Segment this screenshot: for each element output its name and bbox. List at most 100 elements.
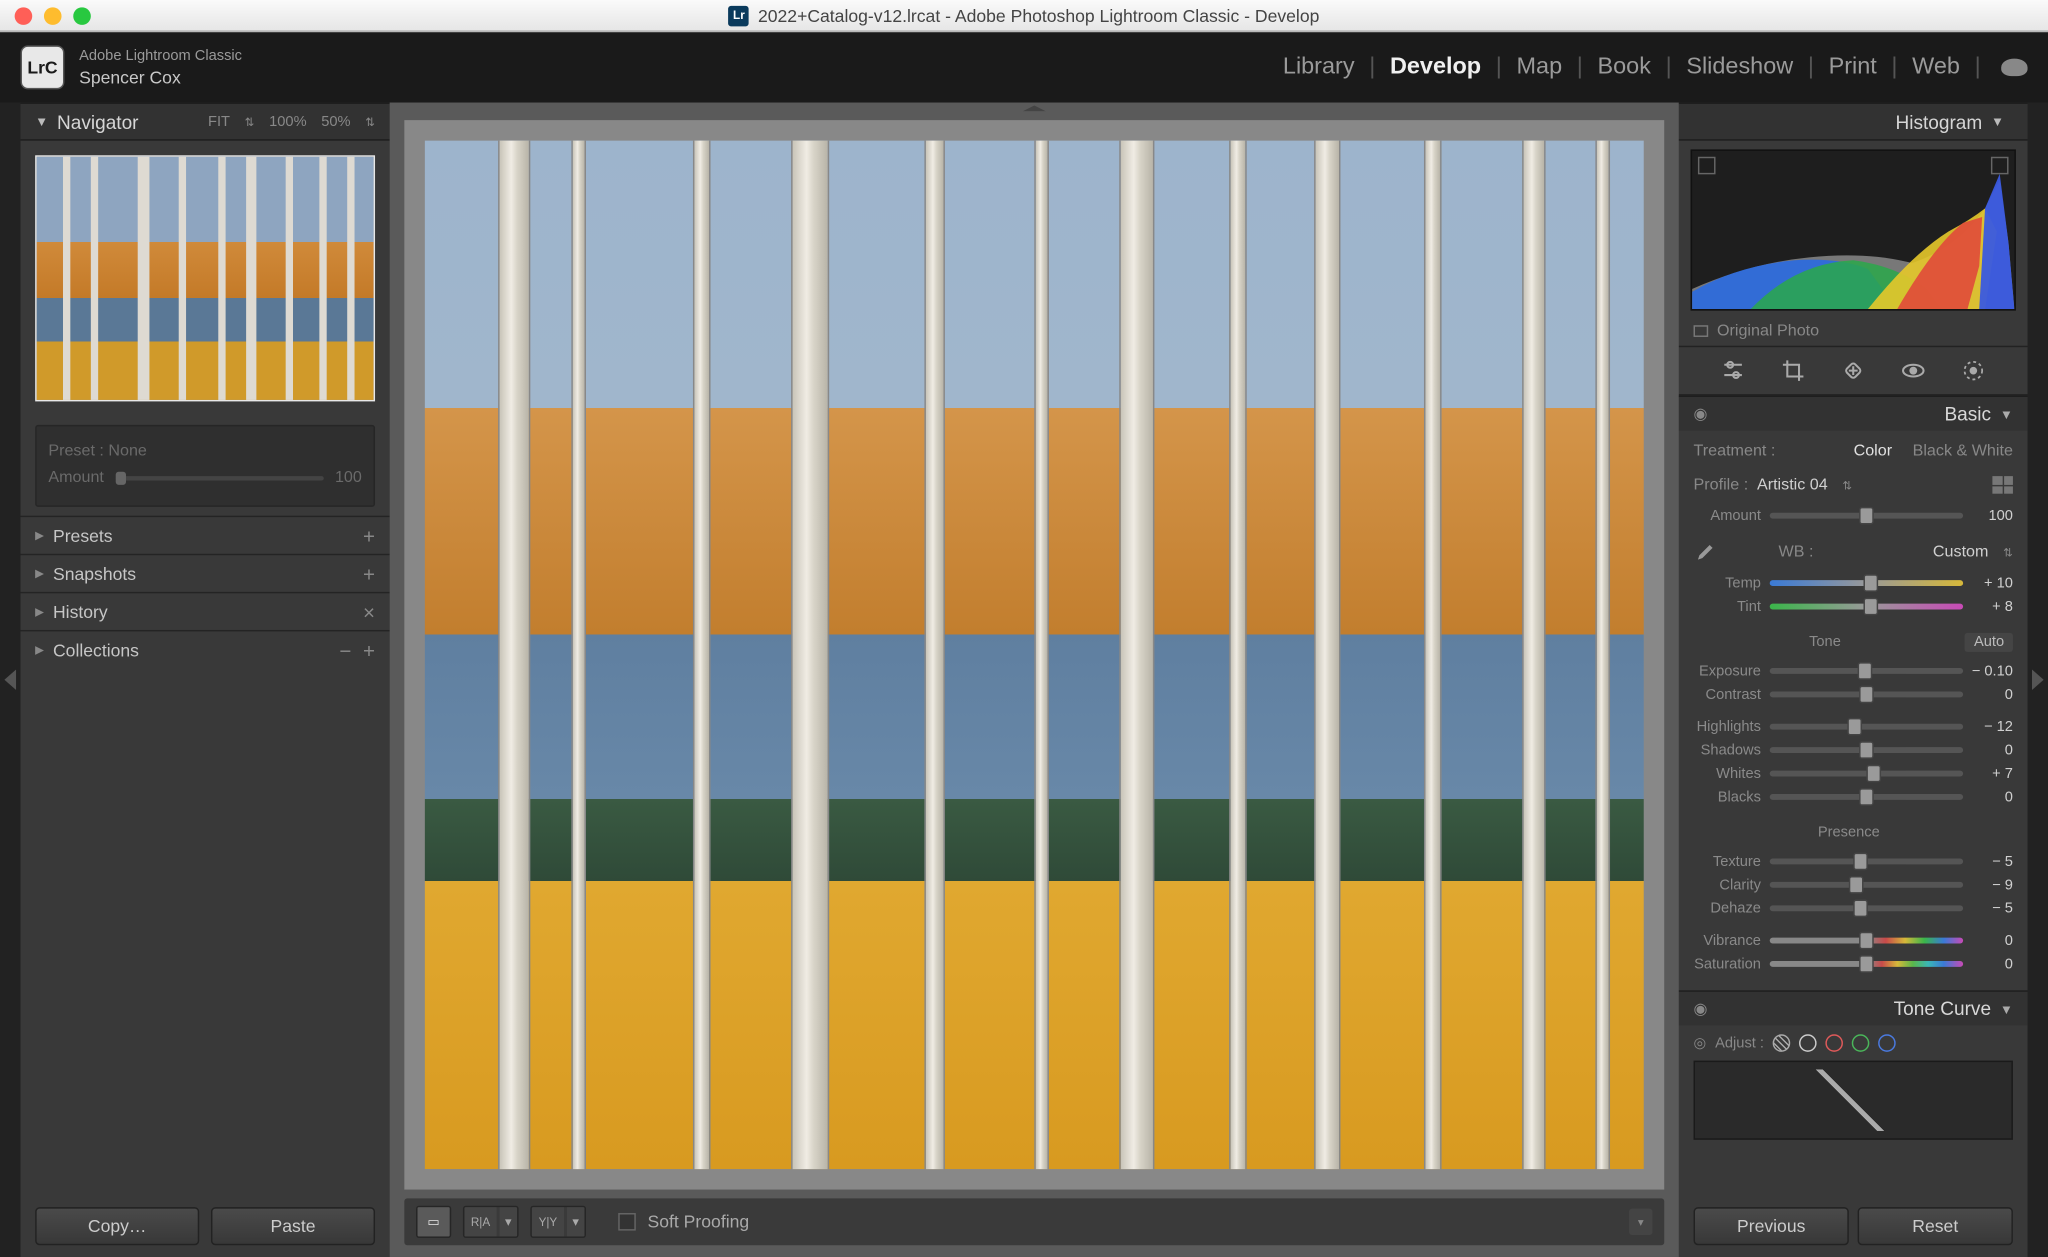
- redeye-tool-icon[interactable]: [1900, 357, 1926, 383]
- tone-curve-plot[interactable]: [1694, 1061, 2013, 1140]
- treatment-bw[interactable]: Black & White: [1913, 442, 2013, 460]
- zoom-fit[interactable]: FIT: [208, 114, 230, 130]
- original-photo-row[interactable]: Original Photo: [1679, 316, 2028, 345]
- chevron-right-icon: ▶: [35, 643, 44, 656]
- section-action[interactable]: +: [363, 562, 375, 585]
- curve-green-icon[interactable]: [1852, 1034, 1870, 1052]
- curve-red-icon[interactable]: [1826, 1034, 1844, 1052]
- soft-proofing-checkbox[interactable]: [618, 1213, 636, 1231]
- wb-dropdown-icon[interactable]: ⇅: [2003, 546, 2013, 559]
- auto-tone-button[interactable]: Auto: [1965, 632, 2013, 651]
- basic-header[interactable]: ◉ Basic ▼: [1679, 396, 2028, 431]
- top-panel-grip[interactable]: [390, 103, 1679, 115]
- preset-amount-slider[interactable]: [116, 475, 324, 479]
- temp-label: Temp: [1694, 575, 1770, 591]
- temp-slider[interactable]: [1770, 580, 1963, 586]
- profile-amount-slider[interactable]: [1770, 513, 1963, 519]
- zoom-100[interactable]: 100%: [269, 114, 306, 130]
- cloud-sync-icon[interactable]: [2001, 59, 2027, 77]
- section-history[interactable]: ▶History×: [21, 592, 390, 630]
- eye-icon[interactable]: ◉: [1694, 999, 1715, 1018]
- reference-view-dropdown[interactable]: ▾: [500, 1207, 518, 1236]
- histogram-header[interactable]: Histogram ▼: [1679, 103, 2028, 141]
- thumbnail[interactable]: [35, 155, 375, 401]
- left-panel-toggle[interactable]: [0, 103, 21, 1257]
- loupe-view-button[interactable]: ▭: [418, 1207, 450, 1236]
- tint-value[interactable]: + 8: [1963, 598, 2013, 614]
- tone-curve-header[interactable]: ◉ Tone Curve ▼: [1679, 990, 2028, 1025]
- profile-amount-value[interactable]: 100: [1963, 508, 2013, 524]
- module-print[interactable]: Print: [1829, 54, 1877, 80]
- exposure-slider[interactable]: [1770, 668, 1963, 674]
- curve-blue-icon[interactable]: [1878, 1034, 1896, 1052]
- shadows-slider[interactable]: [1770, 747, 1963, 753]
- zoom-updown-icon[interactable]: ⇅: [365, 115, 375, 128]
- masking-tool-icon[interactable]: [1961, 357, 1987, 383]
- blacks-slider[interactable]: [1770, 794, 1963, 800]
- section-action[interactable]: ×: [363, 600, 375, 623]
- profile-value[interactable]: Artistic 04: [1757, 476, 1828, 494]
- healing-tool-icon[interactable]: [1840, 357, 1866, 383]
- image-canvas[interactable]: [404, 120, 1664, 1189]
- module-web[interactable]: Web: [1912, 54, 1960, 80]
- module-slideshow[interactable]: Slideshow: [1686, 54, 1793, 80]
- exposure-value[interactable]: − 0.10: [1963, 663, 2013, 679]
- texture-slider[interactable]: [1770, 858, 1963, 864]
- previous-button[interactable]: Previous: [1694, 1207, 1849, 1245]
- bottom-toolbar: ▭ R|A ▾ Y|Y ▾ Soft Proofing ▾: [404, 1198, 1664, 1245]
- tint-slider[interactable]: [1770, 604, 1963, 610]
- temp-value[interactable]: + 10: [1963, 575, 2013, 591]
- toolbar-options-button[interactable]: ▾: [1629, 1209, 1652, 1235]
- highlights-slider[interactable]: [1770, 724, 1963, 730]
- curve-point-icon[interactable]: [1799, 1034, 1817, 1052]
- reset-button[interactable]: Reset: [1858, 1207, 2013, 1245]
- module-library[interactable]: Library: [1283, 54, 1355, 80]
- blacks-value[interactable]: 0: [1963, 789, 2013, 805]
- dehaze-slider[interactable]: [1770, 905, 1963, 911]
- navigator-preview[interactable]: [21, 141, 390, 416]
- section-action[interactable]: +: [363, 524, 375, 547]
- section-action[interactable]: −: [339, 638, 351, 661]
- whites-slider[interactable]: [1770, 771, 1963, 777]
- contrast-slider[interactable]: [1770, 691, 1963, 697]
- clarity-slider[interactable]: [1770, 882, 1963, 888]
- dehaze-value[interactable]: − 5: [1963, 900, 2013, 916]
- zoom-updown-icon[interactable]: ⇅: [245, 115, 255, 128]
- before-after-dropdown[interactable]: ▾: [567, 1207, 585, 1236]
- module-book[interactable]: Book: [1598, 54, 1651, 80]
- crop-tool-icon[interactable]: [1780, 357, 1806, 383]
- contrast-value[interactable]: 0: [1963, 686, 2013, 702]
- wb-value[interactable]: Custom: [1933, 544, 1989, 562]
- target-adjust-icon[interactable]: ◎: [1694, 1035, 1707, 1051]
- saturation-slider[interactable]: [1770, 961, 1963, 967]
- histogram[interactable]: [1691, 149, 2016, 310]
- right-panel-toggle[interactable]: [2028, 103, 2048, 1257]
- section-presets[interactable]: ▶Presets+: [21, 516, 390, 554]
- section-action[interactable]: +: [363, 638, 375, 661]
- wb-dropper-icon[interactable]: [1694, 538, 1717, 566]
- clarity-value[interactable]: − 9: [1963, 877, 2013, 893]
- navigator-header[interactable]: ▼ Navigator FIT ⇅ 100% 50% ⇅: [21, 103, 390, 141]
- zoom-50[interactable]: 50%: [321, 114, 350, 130]
- vibrance-value[interactable]: 0: [1963, 932, 2013, 948]
- curve-parametric-icon[interactable]: [1773, 1034, 1791, 1052]
- vibrance-slider[interactable]: [1770, 938, 1963, 944]
- paste-button[interactable]: Paste: [211, 1207, 375, 1245]
- highlights-value[interactable]: − 12: [1963, 719, 2013, 735]
- section-collections[interactable]: ▶Collections−+: [21, 630, 390, 668]
- whites-value[interactable]: + 7: [1963, 765, 2013, 781]
- saturation-value[interactable]: 0: [1963, 956, 2013, 972]
- module-map[interactable]: Map: [1517, 54, 1563, 80]
- section-snapshots[interactable]: ▶Snapshots+: [21, 554, 390, 592]
- texture-value[interactable]: − 5: [1963, 853, 2013, 869]
- profile-dropdown-icon[interactable]: ⇅: [1842, 478, 1852, 491]
- edit-tool-icon[interactable]: [1719, 357, 1745, 383]
- profile-browser-icon[interactable]: [1992, 476, 2013, 494]
- reference-view-button[interactable]: R|A: [464, 1207, 496, 1236]
- copy-button[interactable]: Copy…: [35, 1207, 199, 1245]
- treatment-color[interactable]: Color: [1854, 442, 1893, 460]
- shadows-value[interactable]: 0: [1963, 742, 2013, 758]
- module-develop[interactable]: Develop: [1390, 54, 1481, 80]
- before-after-button[interactable]: Y|Y: [532, 1207, 564, 1236]
- eye-icon[interactable]: ◉: [1694, 404, 1715, 423]
